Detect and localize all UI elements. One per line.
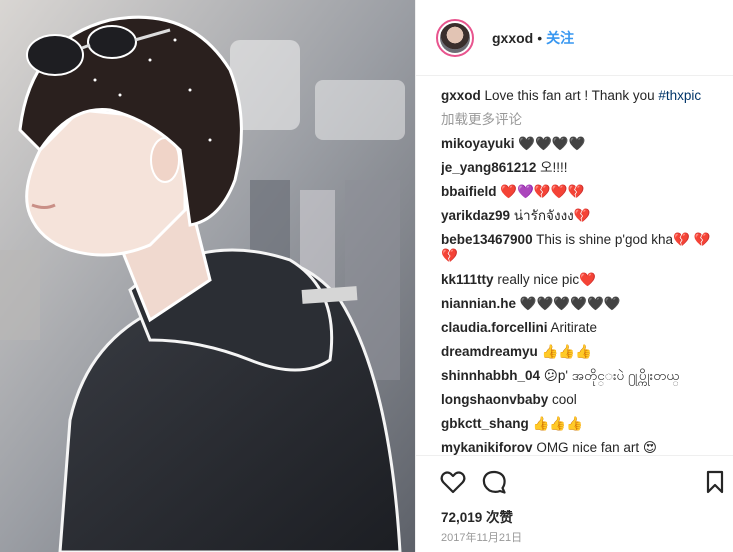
comment-text: 오!!!! [540, 160, 568, 175]
comment-item: longshaonvbaby cool [441, 392, 726, 408]
comment-text: 👍👍👍 [541, 344, 592, 359]
comment-username[interactable]: mykanikiforov [441, 440, 533, 455]
comment-username[interactable]: bbaifield [441, 184, 497, 199]
comment-item: mykanikiforov OMG nice fan art 😍 [441, 440, 726, 456]
bookmark-icon[interactable] [706, 470, 724, 494]
comment-list[interactable]: gxxod Love this fan art ! Thank you #thx… [441, 88, 726, 456]
comment-text: really nice pic❤️ [497, 272, 596, 287]
comment-item: claudia.forcellini Aritirate [441, 320, 726, 336]
comment-username[interactable]: yarikdaz99 [441, 208, 510, 223]
comment-item: bbaifield ❤️💜💔❤️💔 [441, 184, 726, 200]
comment-username[interactable]: gbkctt_shang [441, 416, 529, 431]
like-count[interactable]: 72,019 次赞 [441, 506, 513, 526]
post-date: 2017年11月21日 [441, 532, 523, 544]
post-header: gxxod • 关注 [416, 0, 733, 76]
comment-username[interactable]: kk111tty [441, 272, 494, 287]
comment-item: shinnhabbh_04 😕p' အတိုင္းပဲ ႐ုပ္ကိုးတယ္ [441, 368, 726, 384]
action-bar: 72,019 次赞 2017年11月21日 [416, 455, 733, 552]
comment-username[interactable]: claudia.forcellini [441, 320, 548, 335]
comment-item: kk111tty really nice pic❤️ [441, 272, 726, 288]
comment-item: niannian.he 🖤🖤🖤🖤🖤🖤 [441, 296, 726, 312]
comment-username[interactable]: bebe13467900 [441, 232, 533, 247]
post-author[interactable]: gxxod [492, 30, 533, 46]
comment-username[interactable]: je_yang861212 [441, 160, 536, 175]
comment-text: ❤️💜💔❤️💔 [500, 184, 585, 199]
caption-hashtag[interactable]: #thxpic [658, 88, 701, 103]
comment-text: 🖤🖤🖤🖤🖤🖤 [519, 296, 621, 311]
comment-item: dreamdreamyu 👍👍👍 [441, 344, 726, 360]
comment-item: bebe13467900 This is shine p'god kha💔 💔💔 [441, 232, 726, 264]
separator-dot: • [537, 29, 543, 46]
post-image[interactable] [0, 0, 415, 552]
comment-item: mikoyayuki 🖤🖤🖤🖤 [441, 136, 726, 152]
comment-username[interactable]: shinnhabbh_04 [441, 368, 540, 383]
caption-username[interactable]: gxxod [441, 88, 481, 103]
comment-text: OMG nice fan art 😍 [536, 440, 657, 455]
load-more-comments[interactable]: 加载更多评论 [441, 112, 726, 128]
comment-text: Aritirate [550, 320, 598, 335]
fan-art-illustration [0, 0, 415, 552]
comment-text: cool [552, 392, 577, 407]
post-side-panel: gxxod • 关注 gxxod Love this fan art ! Tha… [415, 0, 733, 552]
avatar[interactable] [436, 18, 474, 57]
comment-item: yarikdaz99 น่ารักจังงง💔 [441, 208, 726, 224]
comment-username[interactable]: longshaonvbaby [441, 392, 548, 407]
comment-username[interactable]: mikoyayuki [441, 136, 515, 151]
comment-text: 😕p' အတိုင္းပဲ ႐ုပ္ကိုးတယ္ [543, 368, 680, 383]
comment-item: je_yang861212 오!!!! [441, 160, 726, 176]
caption: gxxod Love this fan art ! Thank you #thx… [441, 88, 726, 104]
caption-text: Love this fan art ! Thank you [484, 88, 659, 103]
comment-text: น่ารักจังงง💔 [513, 208, 591, 223]
comment-icon[interactable] [482, 470, 506, 494]
follow-button[interactable]: 关注 [546, 28, 574, 48]
comment-text: 👍👍👍 [532, 416, 583, 431]
comment-username[interactable]: niannian.he [441, 296, 516, 311]
heart-icon[interactable] [440, 470, 466, 494]
comment-username[interactable]: dreamdreamyu [441, 344, 538, 359]
comment-item: gbkctt_shang 👍👍👍 [441, 416, 726, 432]
comment-text: 🖤🖤🖤🖤 [518, 136, 586, 151]
